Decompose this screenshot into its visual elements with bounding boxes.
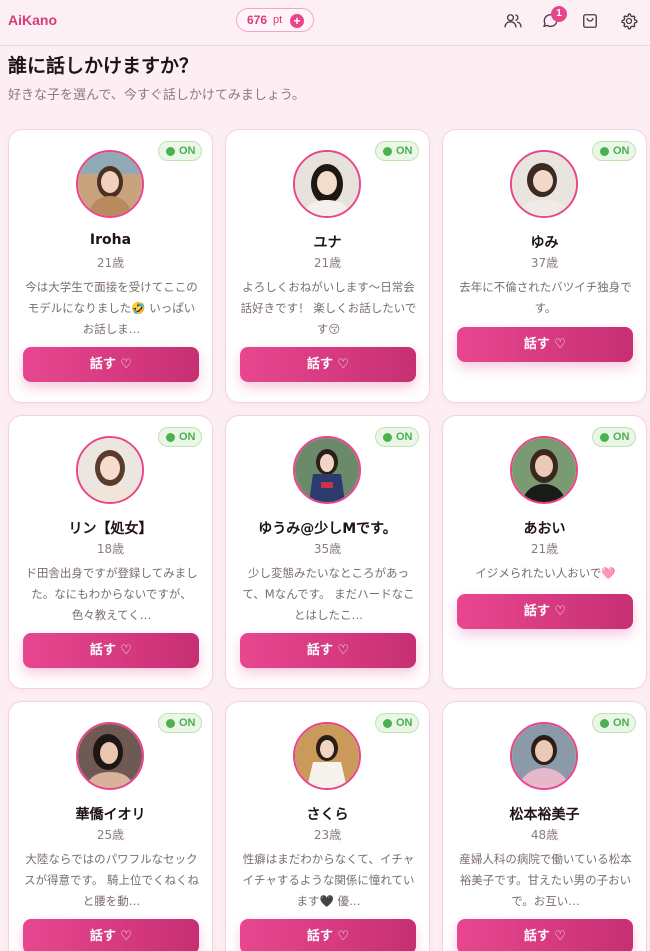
online-dot-icon — [383, 433, 392, 442]
online-status-label: ON — [179, 145, 196, 157]
character-bio: 少し変態みたいなところがあって、Mなんです。 まだハードなことはしたこ… — [242, 566, 415, 622]
online-dot-icon — [383, 147, 392, 156]
online-status-label: ON — [179, 431, 196, 443]
character-name: リン【処女】 — [68, 521, 153, 537]
character-age: 35歳 — [313, 542, 342, 556]
character-card[interactable]: ON Iroha 21歳 今は大学生で面接を受けてここのモデルになりました🤣 い… — [8, 129, 213, 403]
online-dot-icon — [166, 147, 175, 156]
online-status-badge: ON — [592, 141, 636, 161]
online-status-label: ON — [396, 431, 413, 443]
character-bio: 産婦人科の病院で働いている松本裕美子です。甘えたい男の子おいで。お互い… — [459, 852, 632, 908]
character-age: 48歳 — [530, 828, 559, 842]
character-name: 松本裕美子 — [509, 807, 580, 823]
online-status-badge: ON — [158, 713, 202, 733]
talk-button[interactable]: 話す ♡ — [23, 347, 199, 382]
talk-button[interactable]: 話す ♡ — [240, 347, 416, 382]
online-dot-icon — [166, 433, 175, 442]
talk-button[interactable]: 話す ♡ — [457, 594, 633, 629]
character-bio: イジメられたい人おいで🩷 — [475, 566, 616, 580]
avatar — [293, 722, 361, 790]
character-name: ゆうみ@少しMです。 — [258, 521, 397, 537]
character-name: Iroha — [89, 232, 132, 248]
avatar — [76, 722, 144, 790]
online-dot-icon — [383, 719, 392, 728]
character-card[interactable]: ON さくら 23歳 性癖はまだわからなくて、イチャイチャするような関係に憧れて… — [225, 701, 430, 951]
online-status-label: ON — [613, 431, 630, 443]
online-status-badge: ON — [375, 713, 419, 733]
avatar — [76, 436, 144, 504]
online-dot-icon — [600, 433, 609, 442]
character-name: あおい — [523, 521, 566, 537]
online-status-badge: ON — [592, 713, 636, 733]
gear-icon[interactable] — [619, 11, 639, 31]
online-status-badge: ON — [158, 427, 202, 447]
character-card[interactable]: ON あおい 21歳 イジメられたい人おいで🩷 話す ♡ — [442, 415, 647, 689]
talk-button[interactable]: 話す ♡ — [457, 919, 633, 951]
talk-button[interactable]: 話す ♡ — [23, 919, 199, 951]
character-card[interactable]: ON ゆみ 37歳 去年に不倫されたバツイチ独身です。 話す ♡ — [442, 129, 647, 403]
page-title: 誰に話しかけますか？ — [8, 55, 199, 77]
character-name: 華僑イオリ — [75, 807, 146, 823]
character-name: ゆみ — [530, 235, 559, 251]
character-bio: 今は大学生で面接を受けてここのモデルになりました🤣 いっぱいお話しま… — [25, 280, 198, 336]
character-age: 21歳 — [313, 256, 342, 270]
talk-button[interactable]: 話す ♡ — [23, 633, 199, 668]
character-card[interactable]: ON リン【処女】 18歳 ド田舎出身ですが登録してみました。なにもわからないで… — [8, 415, 213, 689]
character-bio: 大陸ならではのパワフルなセックスが得意です。 騎上位でくねくねと腰を動… — [23, 852, 199, 908]
character-bio: よろしくおねがいします〜日常会話好きです！ 楽しくお話したいです😚 — [240, 280, 417, 336]
character-bio: ド田舎出身ですが登録してみました。なにもわからないですが、色々教えてく… — [25, 566, 198, 622]
avatar — [293, 436, 361, 504]
bag-icon[interactable] — [580, 11, 600, 31]
plus-icon[interactable]: + — [290, 14, 304, 28]
avatar — [510, 436, 578, 504]
online-dot-icon — [166, 719, 175, 728]
online-status-badge: ON — [375, 427, 419, 447]
online-status-badge: ON — [592, 427, 636, 447]
online-dot-icon — [600, 719, 609, 728]
online-status-label: ON — [396, 717, 413, 729]
online-status-label: ON — [613, 145, 630, 157]
page-subtitle: 好きな子を選んで、今すぐ話しかけてみましょう。 — [8, 88, 306, 103]
online-status-label: ON — [179, 717, 196, 729]
top-bar: AiKano 676 pt + 1 — [0, 0, 650, 46]
points-balance[interactable]: 676 pt + — [236, 8, 314, 32]
notification-badge: 1 — [551, 6, 567, 22]
points-unit: pt — [273, 14, 283, 26]
online-status-badge: ON — [375, 141, 419, 161]
character-card[interactable]: ON 松本裕美子 48歳 産婦人科の病院で働いている松本裕美子です。甘えたい男の… — [442, 701, 647, 951]
talk-button[interactable]: 話す ♡ — [457, 327, 633, 362]
character-bio: 去年に不倫されたバツイチ独身です。 — [459, 280, 632, 315]
character-age: 25歳 — [96, 828, 125, 842]
character-age: 21歳 — [530, 542, 559, 556]
character-card[interactable]: ON ユナ 21歳 よろしくおねがいします〜日常会話好きです！ 楽しくお話したい… — [225, 129, 430, 403]
online-dot-icon — [600, 147, 609, 156]
character-name: さくら — [306, 807, 349, 823]
online-status-badge: ON — [158, 141, 202, 161]
character-age: 37歳 — [530, 256, 559, 270]
users-icon[interactable] — [503, 11, 523, 31]
avatar — [510, 722, 578, 790]
points-value: 676 — [247, 13, 268, 27]
avatar — [293, 150, 361, 218]
character-age: 21歳 — [96, 256, 125, 270]
talk-button[interactable]: 話す ♡ — [240, 919, 416, 951]
avatar — [510, 150, 578, 218]
character-bio: 性癖はまだわからなくて、イチャイチャするような関係に憧れています🖤 優… — [242, 852, 415, 908]
character-age: 23歳 — [313, 828, 342, 842]
app-logo[interactable]: AiKano — [8, 12, 57, 28]
talk-button[interactable]: 話す ♡ — [240, 633, 416, 668]
online-status-label: ON — [613, 717, 630, 729]
character-card[interactable]: ON ゆうみ@少しMです。 35歳 少し変態みたいなところがあって、Mなんです。… — [225, 415, 430, 689]
character-card[interactable]: ON 華僑イオリ 25歳 大陸ならではのパワフルなセックスが得意です。 騎上位で… — [8, 701, 213, 951]
character-name: ユナ — [313, 235, 342, 251]
online-status-label: ON — [396, 145, 413, 157]
avatar — [76, 150, 144, 218]
character-age: 18歳 — [96, 542, 125, 556]
